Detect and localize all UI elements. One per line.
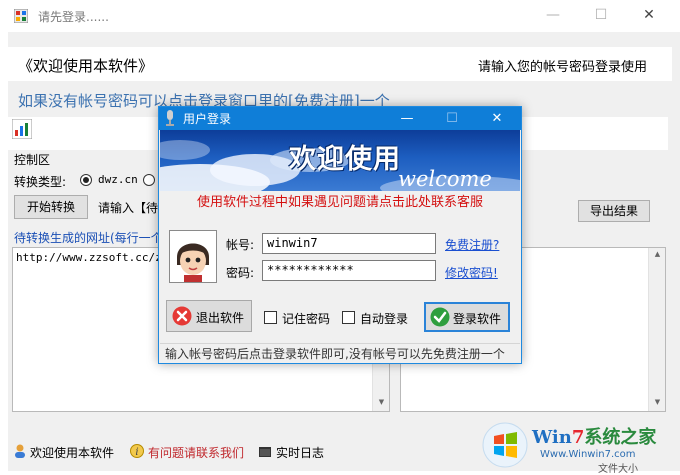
right-scrollbar[interactable]: ▲ ▼	[648, 248, 665, 411]
login-button[interactable]: 登录软件	[424, 302, 510, 332]
exit-icon	[172, 306, 192, 329]
radio-dwz[interactable]	[80, 174, 92, 186]
info-icon: i	[130, 444, 144, 461]
dialog-maximize-button: ☐	[446, 111, 458, 126]
password-input[interactable]: ************	[262, 260, 436, 281]
scroll-down-icon[interactable]: ▼	[649, 398, 666, 406]
url-list-title: 待转换生成的网址(每行一个	[14, 231, 163, 245]
welcome-instruction: 请输入您的帐号密码登录使用	[478, 60, 648, 75]
remember-password-label: 记住密码	[282, 312, 331, 326]
dialog-close-button[interactable]: ✕	[477, 107, 517, 130]
watermark-url: Www.Winwin7.com	[540, 449, 636, 460]
chart-icon[interactable]	[11, 118, 33, 140]
mic-icon	[164, 110, 176, 129]
dialog-status-text: 输入帐号密码后点击登录软件即可,没有帐号可以先免费注册一个	[165, 347, 505, 361]
window-title: 请先登录......	[38, 10, 109, 24]
banner-subtitle: welcome	[398, 167, 492, 191]
remember-password-checkbox[interactable]	[264, 311, 277, 324]
exit-software-button[interactable]: 退出软件	[166, 300, 252, 332]
convert-type-label: 转换类型:	[14, 175, 67, 189]
auto-login-label: 自动登录	[360, 312, 409, 326]
status-welcome: 欢迎使用本软件	[30, 446, 115, 460]
account-input[interactable]: winwin7	[262, 233, 436, 254]
auto-login-checkbox[interactable]	[342, 311, 355, 324]
watermark-brand-digit: 7	[571, 427, 585, 448]
status-log[interactable]: 实时日志	[276, 444, 324, 461]
control-section-label: 控制区	[14, 153, 51, 167]
account-label: 帐号:	[226, 238, 255, 252]
watermark-brand-suffix: 系统之家	[584, 427, 657, 448]
scroll-up-icon[interactable]: ▲	[649, 250, 666, 258]
scroll-down-icon[interactable]: ▼	[373, 398, 390, 406]
avatar	[169, 230, 217, 283]
banner-title: 欢迎使用	[289, 144, 401, 175]
svg-text:i: i	[135, 447, 138, 458]
help-contact-link[interactable]: 使用软件过程中如果遇见问题请点击此处联系客服	[160, 191, 520, 210]
welcome-heading: 《欢迎使用本软件》	[18, 57, 154, 75]
watermark-brand-prefix: Win	[532, 427, 572, 448]
password-label: 密码:	[226, 266, 255, 280]
status-contact-link[interactable]: 有问题请联系我们	[148, 444, 244, 461]
console-icon	[259, 446, 271, 460]
change-password-link[interactable]: 修改密码!	[445, 264, 498, 281]
minimize-button[interactable]: —	[530, 0, 576, 32]
dialog-minimize-button[interactable]: —	[387, 107, 427, 130]
url-input-content: http://www.zzsoft.cc/zzs	[16, 251, 175, 264]
watermark-corner-text: 文件大小	[598, 464, 638, 475]
radio-option-2[interactable]	[143, 174, 155, 186]
close-button[interactable]: ✕	[626, 0, 672, 32]
register-link[interactable]: 免费注册?	[445, 236, 499, 253]
check-icon	[430, 307, 450, 330]
input-hint-label: 请输入【待	[98, 201, 159, 215]
watermark-logo: Win7系统之家 Www.Winwin7.com 文件大小	[480, 418, 680, 475]
exit-button-label: 退出软件	[196, 311, 245, 325]
start-convert-button[interactable]: 开始转换	[14, 195, 88, 219]
app-icon	[13, 8, 29, 24]
login-button-label: 登录软件	[453, 312, 502, 326]
export-results-button[interactable]: 导出结果	[578, 200, 650, 222]
radio-dwz-label: dwz.cn	[98, 173, 138, 186]
dialog-title: 用户登录	[183, 112, 232, 126]
user-icon	[14, 444, 26, 461]
maximize-button[interactable]: ☐	[578, 0, 624, 32]
